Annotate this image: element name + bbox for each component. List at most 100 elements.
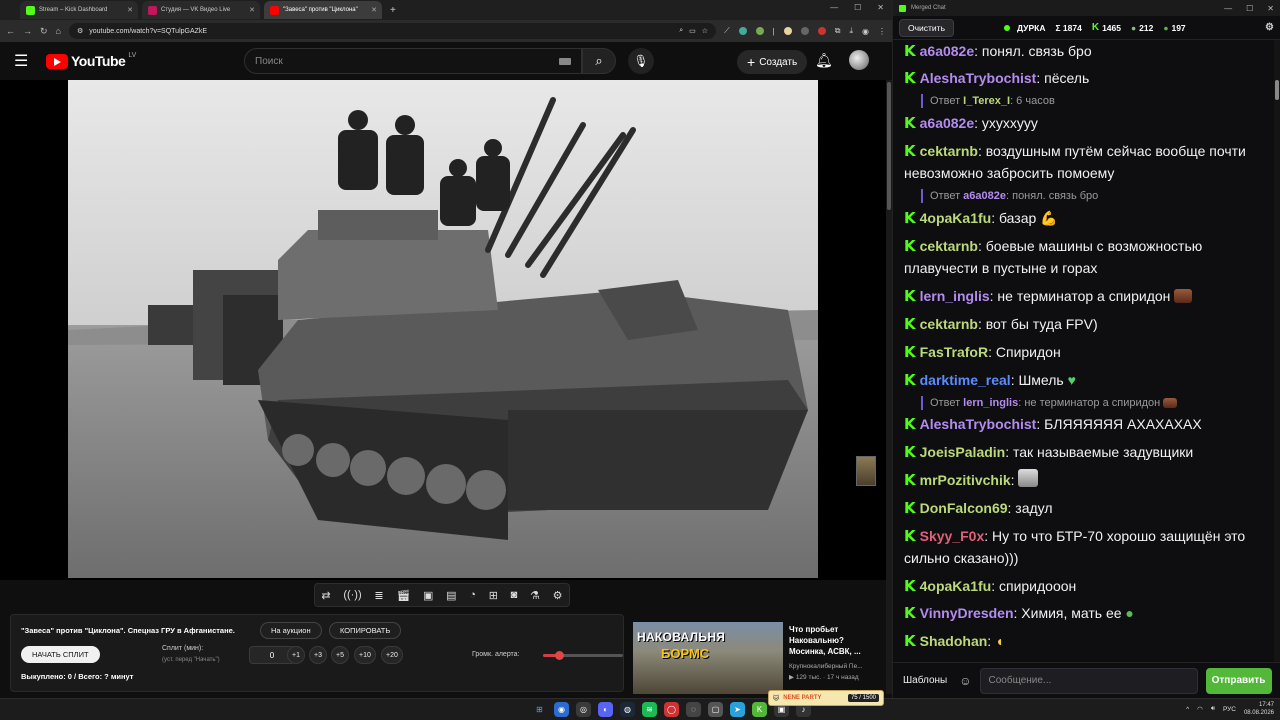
tab-vk-studio[interactable]: Студия — VK Видео Live ✕: [142, 1, 260, 19]
extension-icon[interactable]: [738, 27, 747, 35]
search-button[interactable]: ⌕: [582, 48, 616, 74]
channel-name[interactable]: Крупнокалиберный Пе...: [789, 661, 881, 672]
close-icon[interactable]: ✕: [1267, 4, 1274, 13]
recommended-video-title[interactable]: Что пробьет Наковальню? Мосинка, АСВК, .…: [789, 624, 881, 657]
maximize-icon[interactable]: ☐: [854, 3, 861, 12]
chat-nick[interactable]: AleshaTrybochist: [920, 416, 1037, 432]
close-window-icon[interactable]: ✕: [877, 3, 884, 12]
clock[interactable]: 17:47 08.08.2026: [1244, 701, 1274, 717]
speedometer-icon[interactable]: ◔: [469, 589, 476, 601]
chat-nick[interactable]: mrPozitivchik: [920, 472, 1011, 488]
extensions-puzzle-icon[interactable]: ⧉: [835, 26, 841, 36]
hamburger-menu-icon[interactable]: ☰: [14, 51, 34, 71]
chat-nick[interactable]: cektarnb: [920, 238, 978, 254]
extension-icon[interactable]: [755, 27, 764, 35]
spotify-icon[interactable]: ≋: [642, 702, 657, 717]
step-plus-5-button[interactable]: +5: [331, 646, 349, 664]
chat-nick[interactable]: darktime_real: [920, 372, 1011, 388]
windows-start-icon[interactable]: ⊞: [532, 702, 547, 717]
chat-nick[interactable]: FasTrafoR: [920, 344, 988, 360]
broadcast-icon[interactable]: ((·)): [343, 589, 361, 601]
chat-scrollbar[interactable]: [1274, 40, 1280, 662]
chat-nick[interactable]: Shadohan: [920, 633, 988, 649]
chat-nick[interactable]: 4opaKa1fu: [920, 210, 992, 226]
video-frame[interactable]: [68, 80, 818, 578]
cast-icon[interactable]: ▭: [689, 27, 696, 35]
step-plus-1-button[interactable]: +1: [287, 646, 305, 664]
site-info-icon[interactable]: ⚙: [77, 27, 83, 35]
close-icon[interactable]: ✕: [371, 6, 377, 14]
camera-icon[interactable]: ◙: [511, 589, 518, 601]
network-icon[interactable]: ◠: [1197, 705, 1203, 713]
step-plus-20-button[interactable]: +20: [381, 646, 403, 664]
message-input[interactable]: Сообщение...: [979, 667, 1198, 694]
chat-nick[interactable]: a6a082e: [920, 43, 975, 59]
recommended-video-thumbnail[interactable]: НАКОВАЛЬНЯ БОРМС: [633, 622, 783, 694]
notifications-bell-icon[interactable]: 🔔︎: [815, 52, 833, 69]
chat-nick[interactable]: Skyy_F0x: [920, 528, 985, 544]
extension-icon[interactable]: [817, 27, 826, 35]
playlist-settings-icon[interactable]: ≣: [374, 589, 383, 602]
forward-icon[interactable]: →: [23, 26, 32, 36]
start-split-button[interactable]: НАЧАТЬ СПЛИТ: [21, 646, 100, 663]
menu-dots-icon[interactable]: ⋮: [878, 27, 886, 36]
search-input[interactable]: Поиск: [244, 48, 582, 74]
send-button[interactable]: Отправить: [1205, 667, 1272, 694]
chat-nick[interactable]: DonFalcon69: [920, 500, 1008, 516]
youtube-logo[interactable]: YouTube LV: [46, 52, 136, 69]
telegram-icon[interactable]: ➤: [730, 702, 745, 717]
chat-nick[interactable]: lern_inglis: [920, 288, 990, 304]
extension-icon[interactable]: [800, 27, 809, 35]
chat-nick[interactable]: cektarnb: [920, 316, 978, 332]
obs-icon[interactable]: ◎: [576, 702, 591, 717]
auction-button[interactable]: На аукцион: [260, 622, 322, 639]
minimize-icon[interactable]: —: [830, 3, 838, 12]
templates-button[interactable]: Шаблоны: [899, 675, 951, 686]
extension-icon[interactable]: ⟋: [724, 26, 730, 36]
maximize-icon[interactable]: ☐: [1246, 4, 1253, 13]
step-plus-10-button[interactable]: +10: [354, 646, 376, 664]
chat-message-list[interactable]: Ka6a082e: понял. связь бро K AleshaTryboc…: [893, 40, 1273, 662]
chat-nick[interactable]: 4opaKa1fu: [920, 578, 992, 594]
reply-reference[interactable]: Ответ a6a082e: понял. связь бро: [921, 189, 1098, 203]
reply-reference[interactable]: Ответ lern_inglis: не терминатор а спири…: [921, 396, 1178, 410]
minimize-icon[interactable]: —: [1224, 4, 1232, 13]
video-preview-thumbnail[interactable]: [856, 456, 876, 486]
copy-button[interactable]: КОПИРОВАТЬ: [329, 622, 402, 639]
film-strip-icon[interactable]: ▤: [446, 589, 456, 602]
keyboard-icon[interactable]: [559, 58, 571, 65]
app-icon[interactable]: ◯: [664, 702, 679, 717]
video-player[interactable]: [0, 80, 886, 580]
loop-icon[interactable]: ⇄: [321, 589, 330, 602]
alert-volume-slider[interactable]: [543, 651, 623, 660]
tray-chevron-icon[interactable]: ^: [1186, 706, 1189, 713]
url-field[interactable]: ⚙ youtube.com/watch?v=SQTulpGAZkE ⌕ ▭ ☆: [68, 23, 717, 39]
chat-nick[interactable]: a6a082e: [920, 115, 975, 131]
steam-icon[interactable]: ◍: [620, 702, 635, 717]
download-icon[interactable]: ⤓: [849, 26, 853, 36]
voice-search-button[interactable]: 🎙︎: [628, 48, 654, 74]
gear-icon[interactable]: ⚙: [553, 589, 563, 602]
clear-chat-button[interactable]: Очистить: [899, 18, 955, 37]
settings-gear-icon[interactable]: ⚙: [1265, 22, 1274, 33]
close-icon[interactable]: ✕: [249, 6, 255, 14]
extension-icon[interactable]: |: [773, 27, 775, 36]
app-icon[interactable]: ▢: [708, 702, 723, 717]
chrome-icon[interactable]: ◉: [554, 702, 569, 717]
tab-youtube-video[interactable]: "Завеса" против "Циклона" ✕: [264, 1, 382, 19]
back-icon[interactable]: ←: [6, 26, 15, 36]
create-button[interactable]: + Создать: [737, 50, 808, 74]
smiley-icon[interactable]: ☺: [959, 674, 971, 688]
picture-in-picture-icon[interactable]: ▣: [423, 589, 433, 602]
bookmark-star-icon[interactable]: ☆: [702, 27, 708, 35]
chat-nick[interactable]: AleshaTrybochist: [920, 70, 1037, 86]
chat-nick[interactable]: JoeisPaladin: [920, 444, 1006, 460]
volume-knob[interactable]: [555, 651, 564, 660]
step-plus-3-button[interactable]: +3: [309, 646, 327, 664]
close-icon[interactable]: ✕: [127, 6, 133, 14]
scrollbar-thumb[interactable]: [887, 82, 891, 210]
home-icon[interactable]: ⌂: [56, 26, 61, 36]
reload-icon[interactable]: ↻: [40, 26, 48, 37]
clapperboard-icon[interactable]: 🎬︎: [396, 589, 410, 602]
flask-icon[interactable]: ⚗: [530, 589, 540, 602]
